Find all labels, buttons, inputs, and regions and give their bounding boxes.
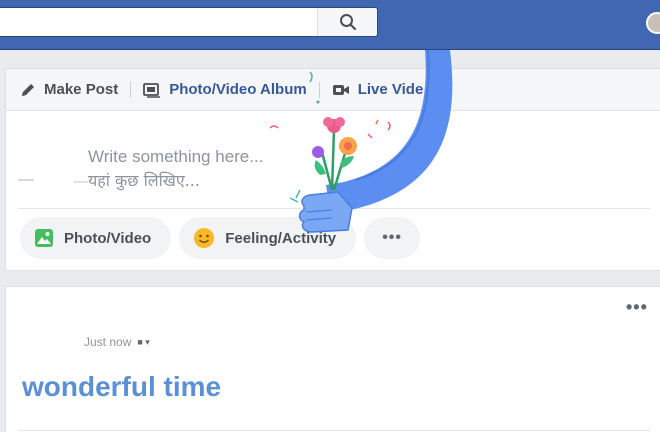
- feeling-activity-label: Feeling/Activity: [225, 229, 337, 247]
- composer-body[interactable]: Write something here... यहां कुछ लिखिए..…: [6, 111, 660, 211]
- composer-avatar: [14, 141, 88, 197]
- album-icon: [143, 82, 161, 98]
- post-text: wonderful time: [22, 371, 222, 402]
- audience-icon[interactable]: ■ ▾: [137, 337, 149, 348]
- tab-label: Photo/Video Album: [169, 81, 307, 98]
- tab-label: Make Post: [44, 81, 119, 98]
- feeling-activity-button[interactable]: Feeling/Activity: [179, 217, 357, 259]
- placeholder-english: Write something here...: [88, 147, 264, 166]
- post-meta: Just now ■ ▾: [84, 335, 150, 349]
- smiley-icon: [193, 227, 215, 249]
- composer-placeholder[interactable]: Write something here... यहां कुछ लिखिए..…: [88, 145, 263, 193]
- tab-divider: [130, 81, 132, 98]
- search-icon: [339, 14, 356, 31]
- more-actions-button[interactable]: •••: [364, 217, 421, 259]
- tab-make-post[interactable]: Make Post: [16, 69, 128, 110]
- pencil-icon: [20, 82, 36, 98]
- tab-live-video[interactable]: Live Vide: [328, 69, 434, 110]
- profile-avatar[interactable]: [646, 12, 660, 34]
- post-composer: Make Post Photo/Video Album Live Vide Wr…: [5, 68, 660, 271]
- feed-post: ••• Just now ■ ▾ wonderful time: [5, 286, 660, 432]
- tab-photo-video-album[interactable]: Photo/Video Album: [139, 69, 317, 110]
- tab-divider: [318, 81, 320, 98]
- post-timestamp[interactable]: Just now: [84, 335, 131, 349]
- placeholder-hindi: यहां कुछ लिखिए...: [88, 171, 200, 190]
- video-camera-icon: [332, 83, 350, 97]
- search-bar[interactable]: [0, 7, 378, 37]
- post-header-strip: [6, 287, 216, 299]
- post-divider: [18, 430, 650, 431]
- composer-tabs: Make Post Photo/Video Album Live Vide: [6, 69, 660, 111]
- ellipsis-icon[interactable]: •••: [626, 297, 648, 318]
- search-input[interactable]: [5, 11, 305, 33]
- top-navigation-bar: [0, 0, 660, 50]
- search-button[interactable]: [317, 8, 377, 36]
- photo-icon: [34, 228, 54, 248]
- composer-divider: [18, 208, 650, 209]
- photo-video-label: Photo/Video: [64, 229, 152, 247]
- tab-label: Live Vide: [357, 81, 424, 98]
- photo-video-button[interactable]: Photo/Video: [20, 217, 172, 259]
- more-icon: •••: [382, 229, 402, 246]
- composer-actions: Photo/Video Feeling/Activity •••: [20, 217, 421, 259]
